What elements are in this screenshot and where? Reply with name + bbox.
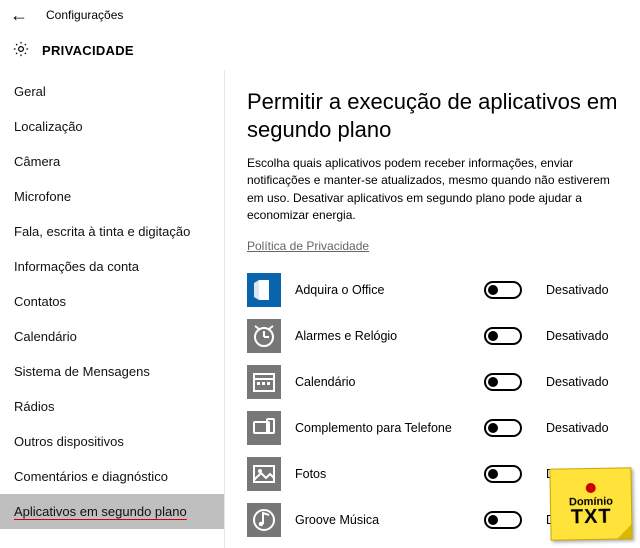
sidebar-item-label: Microfone (14, 189, 71, 204)
app-row: Alarmes e Relógio Desativado (247, 313, 620, 359)
sidebar-item[interactable]: Microfone (0, 179, 224, 214)
app-toggle[interactable] (484, 327, 522, 345)
app-row: Calendário Desativado (247, 359, 620, 405)
app-name-label: Calendário (295, 375, 470, 389)
app-row: LojaDesativado (247, 543, 620, 548)
app-toggle[interactable] (484, 373, 522, 391)
toggle-state-label: Desativado (546, 421, 620, 435)
sticky-line2: TXT (571, 507, 612, 526)
sidebar-item[interactable]: Calendário (0, 319, 224, 354)
sidebar-item[interactable]: Informações da conta (0, 249, 224, 284)
sidebar-item-label: Informações da conta (14, 259, 139, 274)
sidebar-item[interactable]: Aplicativos em segundo plano (0, 494, 224, 529)
back-button[interactable]: ← (10, 6, 28, 24)
sidebar-item-label: Geral (14, 84, 46, 99)
alarm-icon (247, 319, 281, 353)
sidebar-item-label: Comentários e diagnóstico (14, 469, 168, 484)
sidebar-item[interactable]: Sistema de Mensagens (0, 354, 224, 389)
window-title: Configurações (46, 8, 123, 22)
app-row: Adquira o Office Desativado (247, 267, 620, 313)
sidebar-item[interactable]: Rádios (0, 389, 224, 424)
sidebar-item[interactable]: Fala, escrita à tinta e digitação (0, 214, 224, 249)
gear-icon (12, 40, 30, 61)
photos-icon (247, 457, 281, 491)
title-bar: ← Configurações (0, 0, 640, 30)
page-title: PRIVACIDADE (42, 43, 134, 58)
sidebar-item[interactable]: Contatos (0, 284, 224, 319)
toggle-state-label: Desativado (546, 375, 620, 389)
phone-companion-icon (247, 411, 281, 445)
app-name-label: Groove Música (295, 513, 470, 527)
sidebar-item-label: Outros dispositivos (14, 434, 124, 449)
calendar-icon (247, 365, 281, 399)
app-toggle[interactable] (484, 419, 522, 437)
app-name-label: Alarmes e Relógio (295, 329, 470, 343)
privacy-policy-link[interactable]: Política de Privacidade (247, 239, 620, 253)
app-name-label: Fotos (295, 467, 470, 481)
sidebar-item-label: Câmera (14, 154, 60, 169)
app-toggle[interactable] (484, 465, 522, 483)
sidebar-item[interactable]: Comentários e diagnóstico (0, 459, 224, 494)
sidebar-item-label: Calendário (14, 329, 77, 344)
sidebar-item[interactable]: Geral (0, 74, 224, 109)
sidebar-item[interactable]: Localização (0, 109, 224, 144)
sidebar-item-label: Contatos (14, 294, 66, 309)
app-name-label: Complemento para Telefone (295, 421, 470, 435)
app-toggle[interactable] (484, 511, 522, 529)
sidebar: Geral Localização Câmera Microfone Fala, esc… (0, 70, 225, 548)
sticky-note-logo: Domínio TXT (549, 467, 632, 540)
sidebar-item-label: Fala, escrita à tinta e digitação (14, 224, 190, 239)
sidebar-item-label: Aplicativos em segundo plano (14, 504, 187, 519)
main-description: Escolha quais aplicativos podem receber … (247, 155, 620, 225)
page-header: PRIVACIDADE (0, 30, 640, 70)
sidebar-item[interactable]: Câmera (0, 144, 224, 179)
office-icon (247, 273, 281, 307)
toggle-state-label: Desativado (546, 283, 620, 297)
app-name-label: Adquira o Office (295, 283, 470, 297)
main-heading: Permitir a execução de aplicativos em se… (247, 88, 620, 143)
sidebar-item[interactable]: Outros dispositivos (0, 424, 224, 459)
toggle-state-label: Desativado (546, 329, 620, 343)
sidebar-item-label: Sistema de Mensagens (14, 364, 150, 379)
sidebar-item-label: Localização (14, 119, 83, 134)
sidebar-item-label: Rádios (14, 399, 54, 414)
app-row: Complemento para Telefone Desativado (247, 405, 620, 451)
pin-icon (586, 482, 596, 492)
app-toggle[interactable] (484, 281, 522, 299)
groove-icon (247, 503, 281, 537)
